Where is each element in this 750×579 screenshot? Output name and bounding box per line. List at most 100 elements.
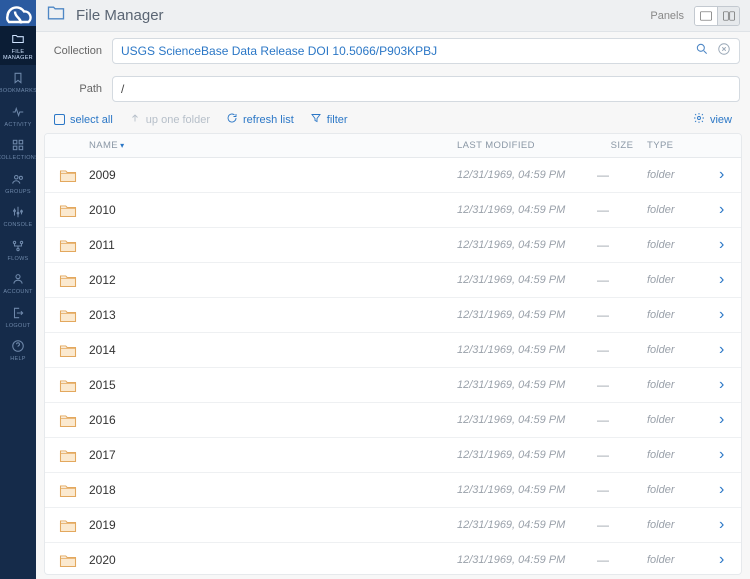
toolbar-label: select all — [70, 114, 113, 126]
column-size[interactable]: SIZE — [597, 140, 647, 151]
sidebar-item-label: FLOWS — [7, 257, 28, 263]
path-input[interactable] — [121, 82, 731, 96]
chevron-right-icon[interactable]: › — [719, 447, 733, 463]
chevron-right-icon[interactable]: › — [719, 482, 733, 498]
collection-label: Collection — [46, 45, 102, 57]
titlebar: File Manager Panels — [36, 0, 750, 32]
path-input-wrap — [112, 76, 740, 102]
table-row[interactable]: 201612/31/1969, 04:59 PM—folder› — [45, 403, 741, 438]
row-type: folder — [647, 379, 719, 391]
collection-row: Collection — [36, 32, 750, 70]
table-row[interactable]: 201212/31/1969, 04:59 PM—folder› — [45, 263, 741, 298]
table-row[interactable]: 202012/31/1969, 04:59 PM—folder› — [45, 543, 741, 575]
chevron-right-icon[interactable]: › — [719, 377, 733, 393]
view-button[interactable]: view — [693, 112, 732, 127]
row-type: folder — [647, 204, 719, 216]
row-type: folder — [647, 484, 719, 496]
search-icon[interactable] — [695, 42, 709, 61]
row-size: — — [597, 553, 647, 567]
sidebar-item-label: ACCOUNT — [3, 290, 32, 296]
folder-icon — [59, 168, 89, 183]
path-row: Path — [36, 70, 750, 108]
sidebar-item-label: FILE MANAGER — [0, 50, 36, 61]
row-name: 2010 — [89, 203, 457, 217]
table-row[interactable]: 201812/31/1969, 04:59 PM—folder› — [45, 473, 741, 508]
row-name: 2017 — [89, 448, 457, 462]
folder-icon — [59, 238, 89, 253]
table-row[interactable]: 201412/31/1969, 04:59 PM—folder› — [45, 333, 741, 368]
chevron-right-icon[interactable]: › — [719, 272, 733, 288]
folder-icon — [59, 518, 89, 533]
refresh-button[interactable]: refresh list — [226, 112, 294, 127]
chevron-right-icon[interactable]: › — [719, 307, 733, 323]
table-row[interactable]: 201512/31/1969, 04:59 PM—folder› — [45, 368, 741, 403]
sidebar-item-account[interactable]: ACCOUNT — [0, 266, 36, 300]
groups-icon — [11, 172, 25, 188]
clear-icon[interactable] — [717, 42, 731, 61]
filter-icon — [310, 112, 322, 127]
row-name: 2013 — [89, 308, 457, 322]
sidebar-item-flows[interactable]: FLOWS — [0, 233, 36, 267]
bookmark-icon — [11, 71, 25, 87]
row-modified: 12/31/1969, 04:59 PM — [457, 204, 597, 216]
folder-icon — [59, 413, 89, 428]
row-modified: 12/31/1969, 04:59 PM — [457, 169, 597, 181]
row-name: 2016 — [89, 413, 457, 427]
row-type: folder — [647, 239, 719, 251]
collection-input[interactable] — [121, 44, 731, 58]
flows-icon — [11, 239, 25, 255]
sidebar-item-label: BOOKMARKS — [0, 89, 37, 95]
row-name: 2009 — [89, 168, 457, 182]
chevron-right-icon[interactable]: › — [719, 412, 733, 428]
sidebar-item-activity[interactable]: ACTIVITY — [0, 99, 36, 133]
folder-icon — [59, 308, 89, 323]
row-size: — — [597, 518, 647, 532]
chevron-right-icon[interactable]: › — [719, 167, 733, 183]
sidebar-item-logout[interactable]: LOGOUT — [0, 300, 36, 334]
brand-logo[interactable] — [0, 0, 36, 26]
row-modified: 12/31/1969, 04:59 PM — [457, 449, 597, 461]
row-modified: 12/31/1969, 04:59 PM — [457, 239, 597, 251]
table-row[interactable]: 201012/31/1969, 04:59 PM—folder› — [45, 193, 741, 228]
row-name: 2012 — [89, 273, 457, 287]
row-modified: 12/31/1969, 04:59 PM — [457, 344, 597, 356]
up-icon — [129, 112, 141, 127]
up-one-folder-button[interactable]: up one folder — [129, 112, 210, 127]
sidebar-item-console[interactable]: CONSOLE — [0, 199, 36, 233]
row-name: 2020 — [89, 553, 457, 567]
sidebar-item-help[interactable]: HELP — [0, 333, 36, 367]
sidebar-item-collections[interactable]: COLLECTIONS — [0, 132, 36, 166]
row-modified: 12/31/1969, 04:59 PM — [457, 519, 597, 531]
chevron-right-icon[interactable]: › — [719, 202, 733, 218]
filter-button[interactable]: filter — [310, 112, 348, 127]
row-size: — — [597, 203, 647, 217]
row-type: folder — [647, 309, 719, 321]
list-toolbar: select all up one folder refresh list fi… — [36, 108, 750, 133]
chevron-right-icon[interactable]: › — [719, 517, 733, 533]
dual-panel-button[interactable] — [717, 7, 739, 25]
chevron-right-icon[interactable]: › — [719, 552, 733, 568]
activity-icon — [11, 105, 25, 121]
chevron-right-icon[interactable]: › — [719, 342, 733, 358]
row-name: 2014 — [89, 343, 457, 357]
row-size: — — [597, 308, 647, 322]
row-size: — — [597, 168, 647, 182]
chevron-right-icon[interactable]: › — [719, 237, 733, 253]
sort-asc-icon: ▾ — [120, 141, 124, 150]
sidebar-item-bookmarks[interactable]: BOOKMARKS — [0, 65, 36, 99]
single-panel-button[interactable] — [695, 7, 717, 25]
table-row[interactable]: 201312/31/1969, 04:59 PM—folder› — [45, 298, 741, 333]
file-grid[interactable]: NAME▾ LAST MODIFIED SIZE TYPE 200912/31/… — [44, 133, 742, 575]
sidebar-item-label: GROUPS — [5, 190, 31, 196]
column-name[interactable]: NAME▾ — [89, 140, 457, 151]
table-row[interactable]: 201912/31/1969, 04:59 PM—folder› — [45, 508, 741, 543]
row-name: 2011 — [89, 238, 457, 252]
table-row[interactable]: 200912/31/1969, 04:59 PM—folder› — [45, 158, 741, 193]
table-row[interactable]: 201112/31/1969, 04:59 PM—folder› — [45, 228, 741, 263]
column-modified[interactable]: LAST MODIFIED — [457, 140, 597, 151]
column-type[interactable]: TYPE — [647, 140, 719, 151]
table-row[interactable]: 201712/31/1969, 04:59 PM—folder› — [45, 438, 741, 473]
sidebar-item-groups[interactable]: GROUPS — [0, 166, 36, 200]
sidebar-item-file-manager[interactable]: FILE MANAGER — [0, 26, 36, 65]
select-all-button[interactable]: select all — [54, 114, 113, 126]
